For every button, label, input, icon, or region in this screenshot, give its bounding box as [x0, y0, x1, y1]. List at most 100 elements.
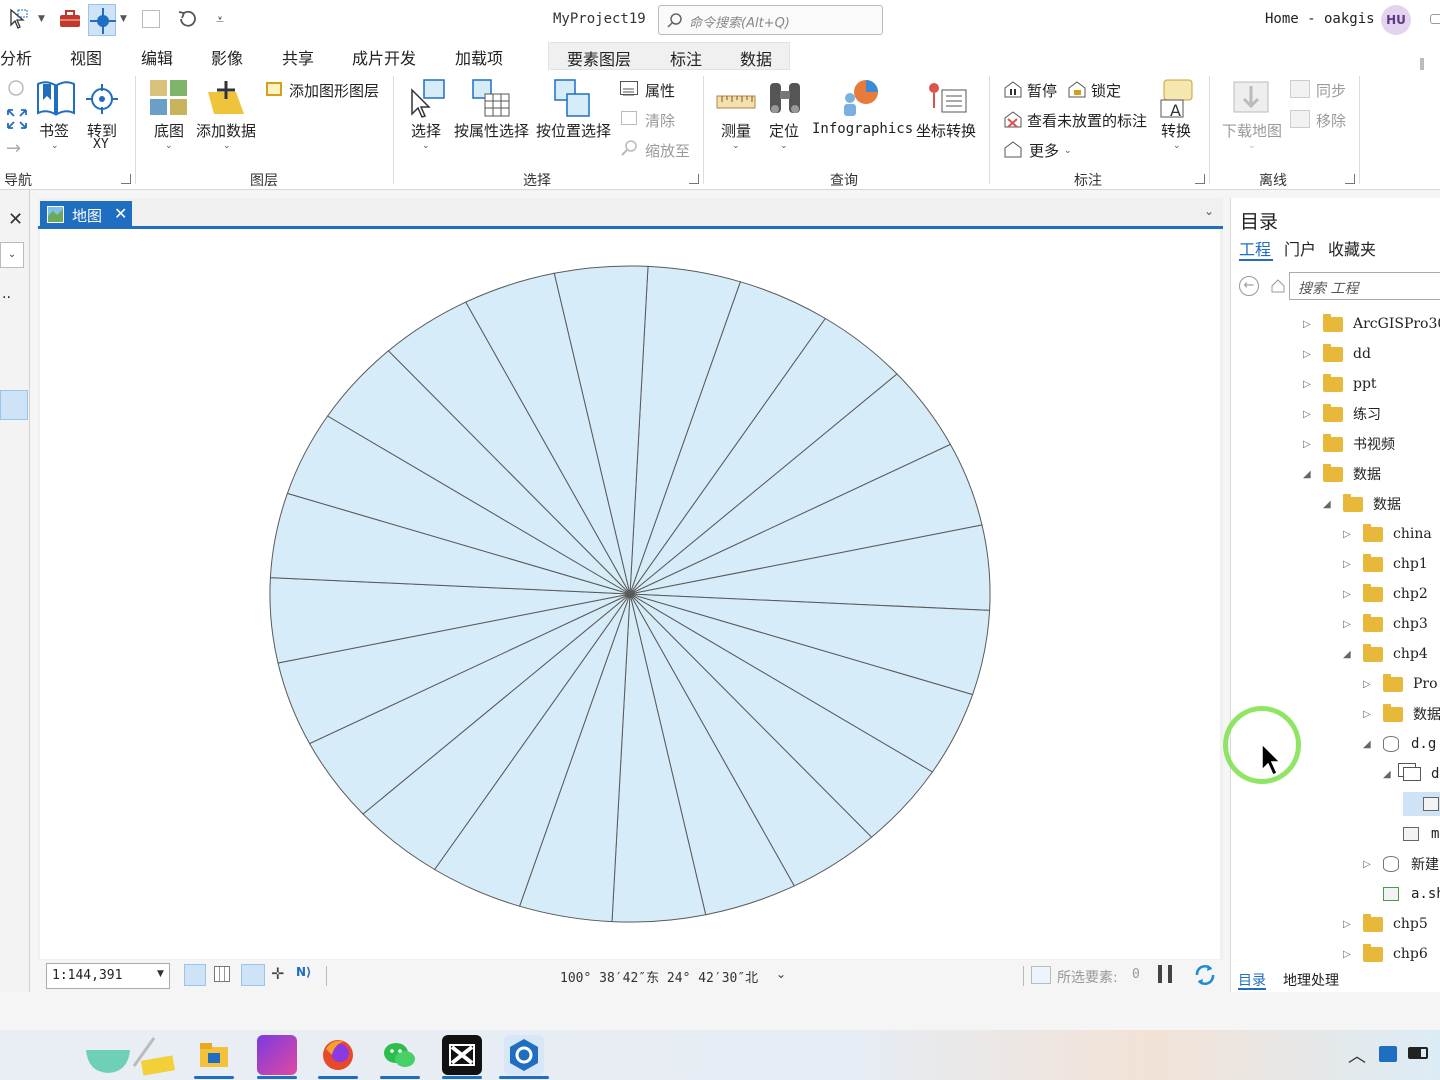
scale-combobox[interactable]: 1:144,391 ▼ — [46, 963, 170, 989]
goto-xy-button-line2[interactable]: XY — [93, 137, 109, 152]
tab-mosaic-dev[interactable]: 成片开发 — [352, 45, 416, 69]
catalog-tree-item[interactable]: ▷ Pro — [1363, 672, 1438, 696]
goto-xy-icon[interactable] — [84, 82, 120, 116]
locate-binoculars-icon[interactable] — [767, 79, 803, 117]
dialog-launcher-icon[interactable] — [1345, 174, 1355, 184]
toolbox-icon[interactable] — [59, 10, 81, 28]
catalog-tree-item[interactable]: a.sh — [1363, 882, 1440, 906]
tab-share[interactable]: 共享 — [282, 45, 314, 69]
select-by-attributes-icon[interactable] — [471, 78, 511, 118]
select-button[interactable]: 选择 — [411, 120, 441, 141]
attributes-button[interactable]: 属性 — [645, 80, 675, 101]
close-tab-icon[interactable]: ✕ — [114, 204, 127, 223]
expanded-caret-icon[interactable]: ◢ — [1363, 739, 1373, 750]
collapsed-caret-icon[interactable]: ▷ — [1303, 409, 1313, 420]
pause-labels-button[interactable]: 暂停 — [1027, 80, 1057, 101]
dropdown-box[interactable]: ⌄ — [0, 242, 24, 268]
fixed-zoom-icon[interactable] — [6, 78, 28, 100]
convert-coordinates-button[interactable]: 坐标转换 — [916, 120, 976, 141]
collapsed-caret-icon[interactable]: ▷ — [1303, 319, 1313, 330]
expanded-caret-icon[interactable]: ◢ — [1303, 469, 1313, 480]
tab-portal[interactable]: 门户 — [1284, 236, 1316, 260]
grid-toggle-icon[interactable] — [184, 964, 206, 986]
tab-favorites[interactable]: 收藏夹 — [1328, 236, 1376, 260]
undo-history-icon[interactable] — [176, 8, 198, 30]
back-icon[interactable]: ← — [1239, 276, 1259, 296]
collapsed-caret-icon[interactable]: ▷ — [1363, 709, 1373, 720]
dialog-launcher-icon[interactable] — [121, 174, 131, 184]
zoom-to-selection-icon[interactable] — [620, 140, 638, 156]
capcut-icon[interactable] — [442, 1035, 482, 1075]
more-labels-button[interactable]: 更多 — [1029, 140, 1059, 161]
chevron-down-icon[interactable]: ⌄ — [165, 141, 173, 151]
select-by-attributes-button[interactable]: 按属性选择 — [454, 120, 529, 141]
remove-button[interactable]: 移除 — [1316, 110, 1346, 131]
infographics-button[interactable]: Infographics — [812, 121, 913, 137]
expanded-caret-icon[interactable]: ◢ — [1343, 649, 1353, 660]
dialog-launcher-icon[interactable] — [1195, 174, 1205, 184]
chevron-down-icon[interactable]: ⌄ — [51, 141, 59, 151]
app-purple-icon[interactable] — [257, 1035, 297, 1075]
catalog-tree-item[interactable]: ▷ chp6 — [1343, 942, 1428, 966]
collapsed-caret-icon[interactable]: ▷ — [1343, 529, 1353, 540]
remove-icon[interactable] — [1290, 110, 1310, 128]
chevron-down-icon[interactable]: ▼ — [38, 14, 45, 24]
measure-icon[interactable] — [716, 90, 756, 112]
collapsed-caret-icon[interactable]: ▷ — [1303, 439, 1313, 450]
catalog-tree-item[interactable]: ▷ ArcGISPro30 — [1303, 312, 1440, 336]
firefox-icon[interactable] — [318, 1035, 358, 1075]
pause-drawing-icon[interactable] — [1158, 965, 1172, 983]
more-labels-icon[interactable] — [1003, 140, 1023, 158]
catalog-tree-item[interactable]: ▷ chp3 — [1343, 612, 1428, 636]
pause-labels-icon[interactable] — [1003, 80, 1023, 98]
catalog-tree-item[interactable]: ▷ chp2 — [1343, 582, 1428, 606]
basemap-button[interactable]: 底图 — [154, 120, 184, 141]
crosshair-icon[interactable]: ✛ — [271, 964, 284, 983]
chevron-down-icon[interactable]: ⌄ — [422, 141, 430, 151]
catalog-tree-item[interactable]: m — [1383, 822, 1439, 846]
chevron-down-icon[interactable]: ▼ — [120, 14, 127, 24]
map-canvas[interactable] — [40, 229, 1220, 959]
expanded-caret-icon[interactable]: ◢ — [1383, 769, 1393, 780]
bookmark-icon[interactable] — [36, 80, 76, 116]
download-map-button[interactable]: 下载地图 — [1222, 120, 1282, 141]
catalog-tree-item[interactable]: ◢ chp4 — [1343, 642, 1428, 666]
tab-view[interactable]: 视图 — [70, 45, 102, 69]
account-label[interactable]: Home - oakgis — [1265, 11, 1375, 27]
selected-item-highlight[interactable] — [0, 390, 28, 420]
customize-quick-access-icon[interactable]: ⩡ — [216, 12, 224, 28]
sync-icon[interactable] — [1290, 80, 1310, 98]
collapsed-caret-icon[interactable]: ▷ — [1343, 919, 1353, 930]
tab-edit[interactable]: 编辑 — [141, 45, 173, 69]
map-drawing[interactable] — [40, 229, 1220, 959]
collapsed-caret-icon[interactable]: ▷ — [1363, 679, 1373, 690]
tab-addins[interactable]: 加载项 — [455, 45, 503, 69]
catalog-tree-item[interactable]: ▷ 书视频 — [1303, 432, 1395, 456]
north-arrow-icon[interactable]: N⟩ — [296, 965, 312, 979]
collapsed-caret-icon[interactable]: ▷ — [1303, 349, 1313, 360]
catalog-tree-item[interactable]: ▷ 练习 — [1303, 402, 1381, 426]
catalog-tree-item[interactable]: ◢ 数据 — [1303, 462, 1381, 486]
avatar[interactable]: HU — [1381, 5, 1411, 35]
tab-feature-layer[interactable]: 要素图层 — [567, 46, 631, 70]
command-search-input[interactable]: 命令搜索(Alt+Q) — [658, 5, 883, 35]
chevron-down-icon[interactable]: ⌄ — [1173, 141, 1181, 151]
select-icon[interactable] — [408, 78, 448, 118]
close-icon[interactable]: ✕ — [8, 209, 23, 230]
attributes-icon[interactable] — [620, 81, 638, 96]
more-options-icon[interactable]: ·· — [2, 290, 11, 306]
chevron-down-icon[interactable]: ⌄ — [1064, 146, 1072, 156]
wechat-icon[interactable] — [380, 1035, 420, 1075]
window-control[interactable] — [1430, 14, 1440, 24]
snapping-icon[interactable] — [241, 964, 265, 986]
select-by-location-button[interactable]: 按位置选择 — [536, 120, 611, 141]
catalog-tree-item[interactable]: ▷ china — [1343, 522, 1432, 546]
catalog-tree-item[interactable]: ▷ ppt — [1303, 372, 1377, 396]
battery-icon[interactable] — [1408, 1047, 1428, 1059]
sync-button[interactable]: 同步 — [1316, 80, 1346, 101]
catalog-tree-item[interactable]: ▷ chp1 — [1343, 552, 1428, 576]
clear-selection-icon[interactable] — [621, 111, 637, 125]
full-extent-icon[interactable] — [6, 108, 28, 130]
explore-tool-icon[interactable] — [88, 4, 116, 36]
file-explorer-icon[interactable] — [194, 1035, 234, 1075]
